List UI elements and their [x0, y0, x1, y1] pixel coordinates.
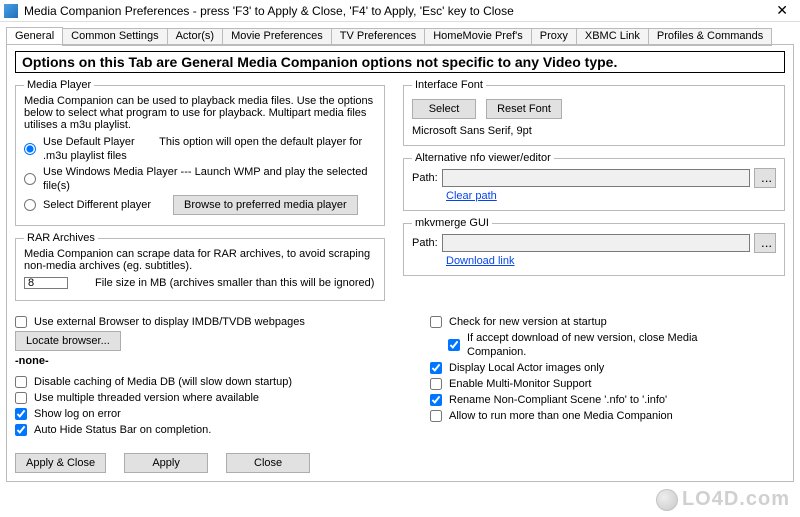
check-auto-hide-label: Auto Hide Status Bar on completion. — [34, 423, 211, 437]
check-new-version[interactable] — [430, 316, 442, 328]
check-auto-hide[interactable] — [15, 424, 27, 436]
nfo-fieldset: Alternative nfo viewer/editor Path: ... … — [403, 152, 785, 211]
check-show-log[interactable] — [15, 408, 27, 420]
app-icon — [4, 4, 18, 18]
mkv-path-label: Path: — [412, 237, 438, 249]
mkv-legend: mkvmerge GUI — [412, 217, 492, 229]
radio-wmp[interactable] — [24, 173, 36, 185]
apply-button[interactable]: Apply — [124, 453, 208, 473]
rar-fieldset: RAR Archives Media Companion can scrape … — [15, 232, 385, 301]
check-allow-multi[interactable] — [430, 410, 442, 422]
tab-content: Options on this Tab are General Media Co… — [6, 44, 794, 482]
tab-general[interactable]: General — [6, 27, 63, 45]
nfo-legend: Alternative nfo viewer/editor — [412, 152, 554, 164]
check-local-actor[interactable] — [430, 362, 442, 374]
rar-tail: File size in MB (archives smaller than t… — [95, 276, 374, 290]
media-player-desc: Media Companion can be used to playback … — [24, 95, 376, 131]
mkv-browse-button[interactable]: ... — [754, 233, 776, 253]
mkv-path-input[interactable] — [442, 234, 750, 252]
rar-desc: Media Companion can scrape data for RAR … — [24, 248, 376, 272]
nfo-clear-link[interactable]: Clear path — [446, 190, 497, 202]
radio-different-player[interactable] — [24, 199, 36, 211]
radio-different-player-label: Select Different player — [43, 198, 151, 212]
locate-browser-button[interactable]: Locate browser... — [15, 331, 121, 351]
apply-close-button[interactable]: Apply & Close — [15, 453, 106, 473]
window-titlebar: Media Companion Preferences - press 'F3'… — [0, 0, 800, 22]
close-window-button[interactable]: ✕ — [768, 2, 796, 19]
window-title: Media Companion Preferences - press 'F3'… — [24, 4, 514, 18]
check-multi-thread[interactable] — [15, 392, 27, 404]
tab-strip: General Common Settings Actor(s) Movie P… — [6, 26, 794, 44]
media-player-legend: Media Player — [24, 79, 94, 91]
check-external-browser-label: Use external Browser to display IMDB/TVD… — [34, 315, 305, 329]
radio-wmp-label: Use Windows Media Player --- Launch WMP … — [43, 165, 376, 193]
check-show-log-label: Show log on error — [34, 407, 121, 421]
banner-text: Options on this Tab are General Media Co… — [15, 51, 785, 73]
font-select-button[interactable]: Select — [412, 99, 476, 119]
check-local-actor-label: Display Local Actor images only — [449, 361, 604, 375]
mkv-fieldset: mkvmerge GUI Path: ... Download link — [403, 217, 785, 276]
check-new-version-label: Check for new version at startup — [449, 315, 607, 329]
close-button[interactable]: Close — [226, 453, 310, 473]
check-multi-monitor[interactable] — [430, 378, 442, 390]
media-player-fieldset: Media Player Media Companion can be used… — [15, 79, 385, 226]
watermark-text: LO4D.com — [682, 488, 790, 511]
globe-icon — [656, 489, 678, 511]
rar-legend: RAR Archives — [24, 232, 98, 244]
bottom-button-bar: Apply & Close Apply Close — [15, 453, 310, 473]
check-multi-monitor-label: Enable Multi-Monitor Support — [449, 377, 591, 391]
check-disable-cache[interactable] — [15, 376, 27, 388]
rar-size-input[interactable] — [24, 277, 68, 289]
check-rename-nfo-label: Rename Non-Compliant Scene '.nfo' to '.i… — [449, 393, 667, 407]
check-if-accept-label: If accept download of new version, close… — [467, 331, 707, 359]
font-reset-button[interactable]: Reset Font — [486, 99, 562, 119]
nfo-path-input[interactable] — [442, 169, 750, 187]
radio-default-player[interactable] — [24, 143, 36, 155]
none-label: -none- — [15, 355, 370, 367]
check-allow-multi-label: Allow to run more than one Media Compani… — [449, 409, 673, 423]
browse-player-button[interactable]: Browse to preferred media player — [173, 195, 358, 215]
font-legend: Interface Font — [412, 79, 486, 91]
check-disable-cache-label: Disable caching of Media DB (will slow d… — [34, 375, 292, 389]
font-fieldset: Interface Font Select Reset Font Microso… — [403, 79, 785, 146]
check-if-accept[interactable] — [448, 339, 460, 351]
mkv-download-link[interactable]: Download link — [446, 255, 514, 267]
watermark: LO4D.com — [656, 488, 790, 511]
check-multi-thread-label: Use multiple threaded version where avai… — [34, 391, 259, 405]
radio-default-player-label: Use Default Player This option will open… — [43, 135, 376, 163]
font-current: Microsoft Sans Serif, 9pt — [412, 125, 776, 137]
nfo-browse-button[interactable]: ... — [754, 168, 776, 188]
nfo-path-label: Path: — [412, 172, 438, 184]
check-rename-nfo[interactable] — [430, 394, 442, 406]
check-external-browser[interactable] — [15, 316, 27, 328]
